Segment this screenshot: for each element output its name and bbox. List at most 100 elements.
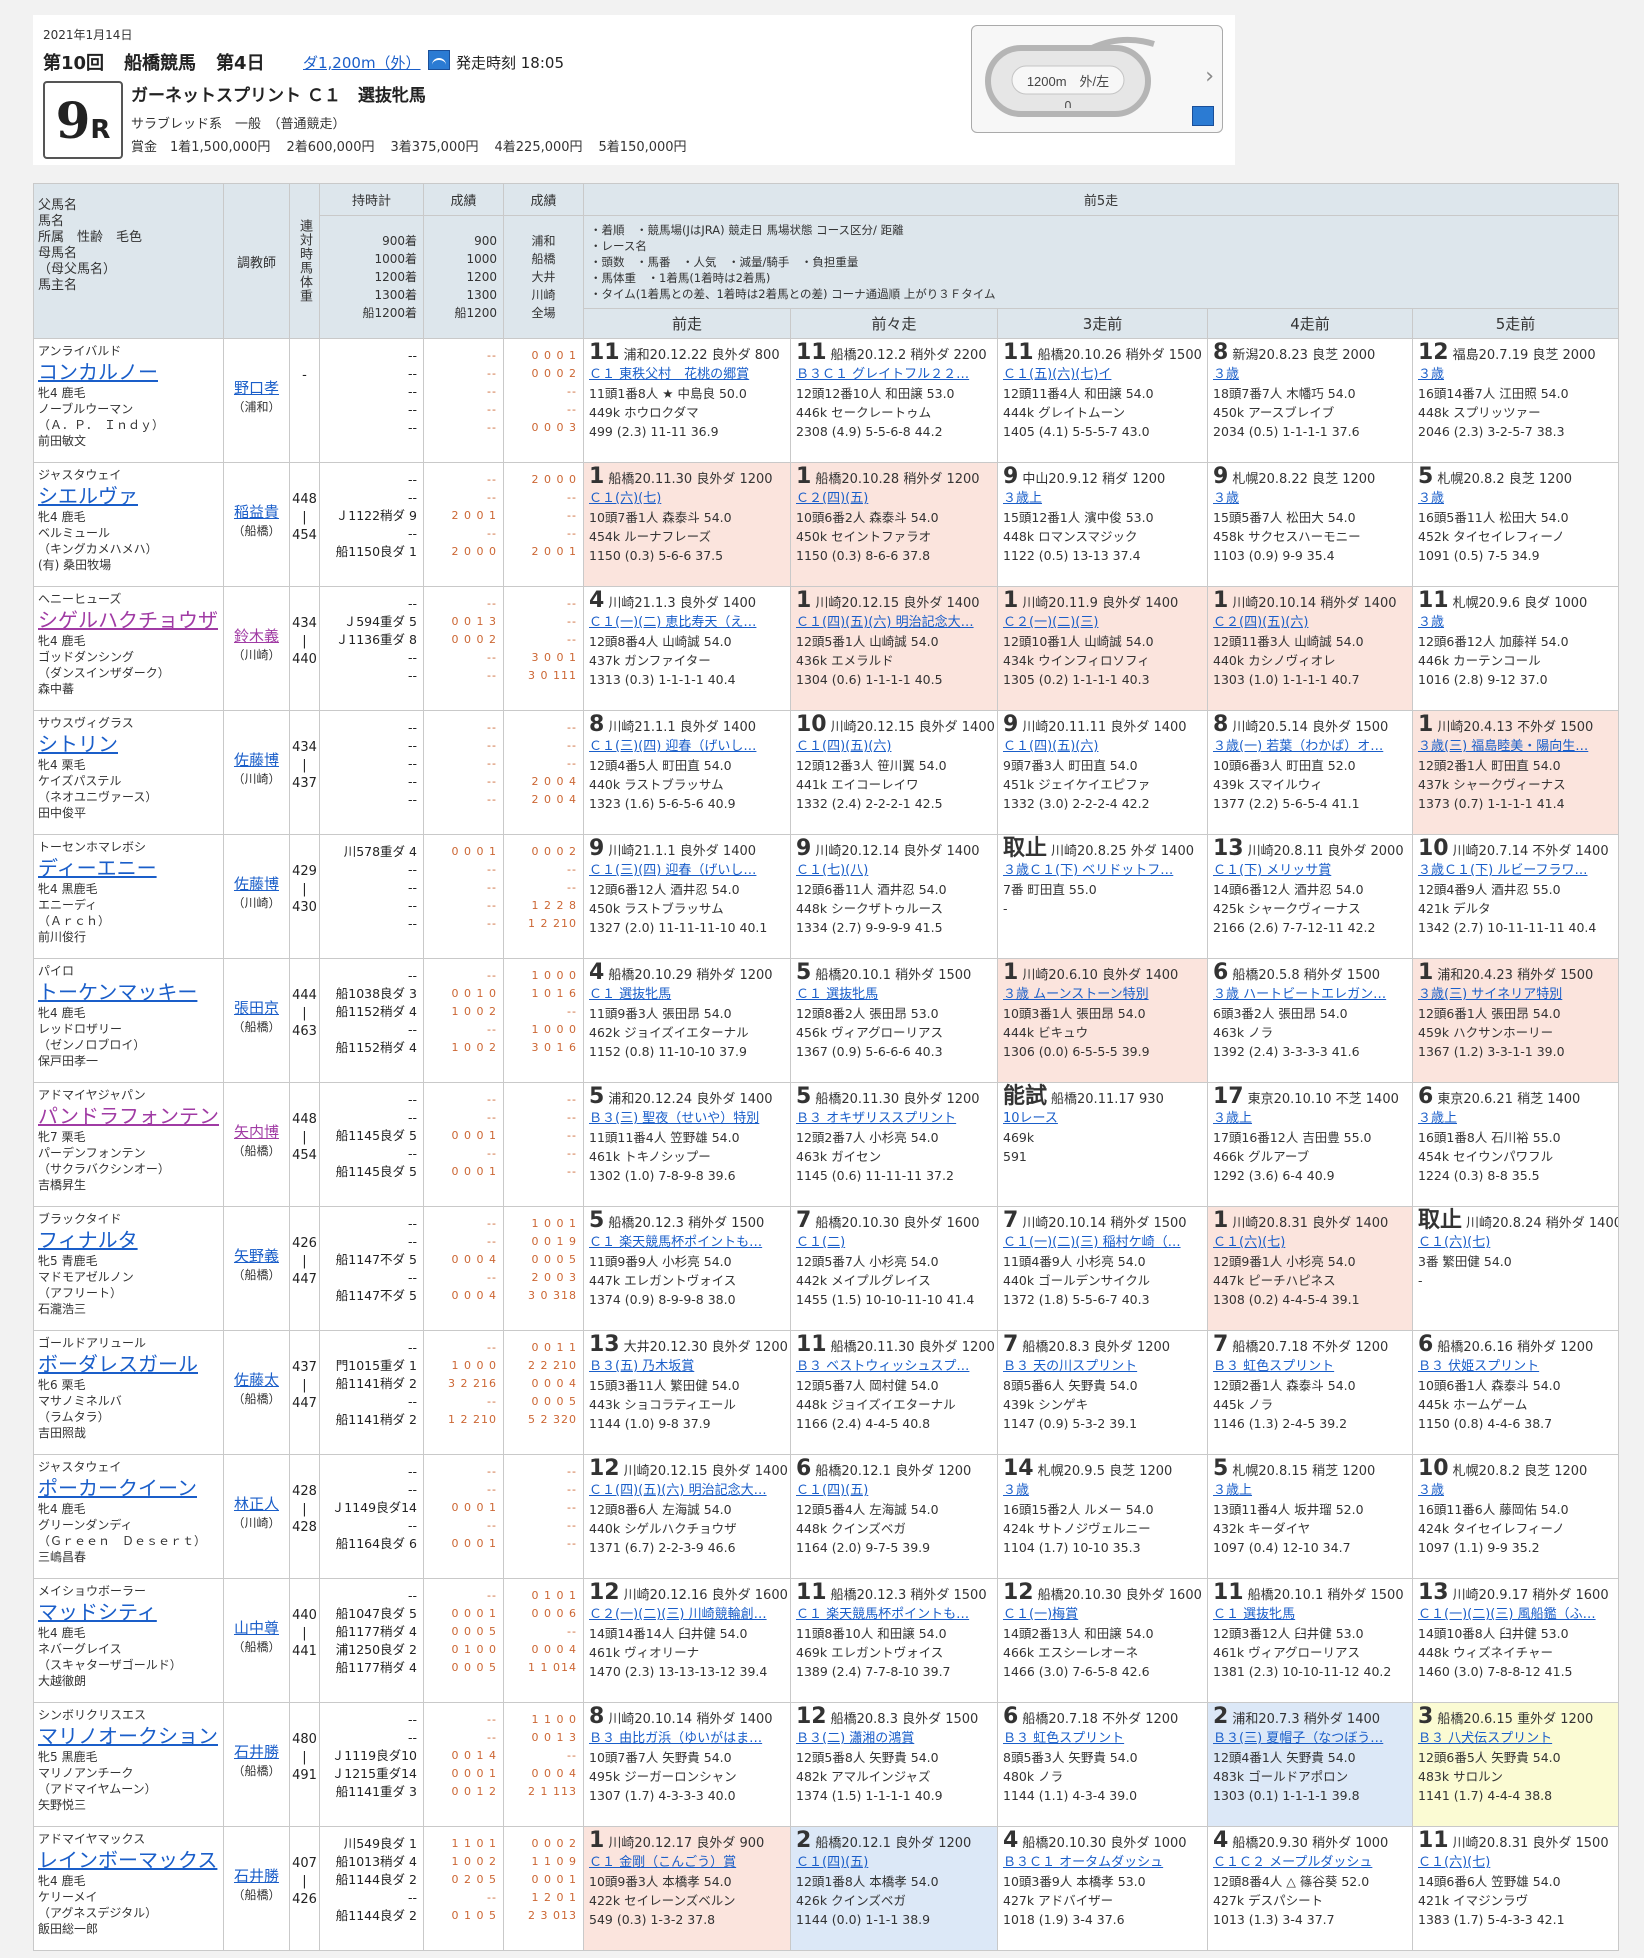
trainer-cell: 山中尊 （船橋） [223,1578,290,1703]
trainer-link[interactable]: 矢内博 [225,1121,289,1142]
past-race-link[interactable]: ３歳 [1003,1481,1202,1500]
trainer-link[interactable]: 石井勝 [225,1865,289,1886]
trainer-link[interactable]: 稲益貴 [225,501,289,522]
trainer-link[interactable]: 張田京 [225,997,289,1018]
horse-name-link[interactable]: パンドラフォンテン [38,1103,219,1129]
past-race-link[interactable]: Ｃ１(四)(五)(六) [796,737,992,756]
past-race-link[interactable]: ３歳上 [1213,1109,1407,1128]
past-race-link[interactable]: ３歳 [1418,489,1613,508]
past-race-link[interactable]: Ｂ３(五) 乃木坂賞 [589,1357,785,1376]
past-race-link[interactable]: Ｃ１(四)(五)(六) [1003,737,1202,756]
past-race-link[interactable]: ３歳(三) サイネリア特別 [1418,985,1613,1004]
trainer-link[interactable]: 野口孝 [225,377,289,398]
past-race-link[interactable]: Ｂ３ ベストウィッシュスプ… [796,1357,992,1376]
past-race-link[interactable]: ３歳 [1418,365,1613,384]
past-race-link[interactable]: ３歳(一) 若葉（わかば）オ… [1213,737,1407,756]
past-race-link[interactable]: ３歳 [1213,489,1407,508]
past-race-link[interactable]: Ｃ１ 選抜牝馬 [796,985,992,1004]
trainer-link[interactable]: 山中尊 [225,1617,289,1638]
past-race-link[interactable]: Ｃ１(四)(五)(六) 明治記念大… [796,613,992,632]
past-race-link[interactable]: 10レース [1003,1109,1202,1128]
horse-name-link[interactable]: ポーカークイーン [38,1475,219,1501]
trainer-link[interactable]: 鈴木義 [225,625,289,646]
damsire-name: （ダンスインザダーク） [38,666,170,680]
past-race-link[interactable]: ３歳 ムーンストーン特別 [1003,985,1202,1004]
horse-name-link[interactable]: ディーエニー [38,855,219,881]
past-race-link[interactable]: Ｃ１(四)(五) [796,1481,992,1500]
past-race-link[interactable]: Ｃ１(六)(七) [1418,1853,1613,1872]
past-race-link[interactable]: Ｃ１ 楽天競馬杯ポイントも… [589,1233,785,1252]
past-race-link[interactable]: Ｃ２(一)(二)(三) 川崎競輪創… [589,1605,785,1624]
past-race-link[interactable]: ３歳 [1418,613,1613,632]
past-race-link[interactable]: ３歳上 [1213,1481,1407,1500]
past-race-link[interactable]: Ｃ１ 選抜牝馬 [589,985,785,1004]
past-race-link[interactable]: Ｂ３ 伏姫スプリント [1418,1357,1613,1376]
trainer-link[interactable]: 佐藤博 [225,873,289,894]
past-race-link[interactable]: Ｂ３ 虹色スプリント [1213,1357,1407,1376]
horse-name-link[interactable]: コンカルノー [38,359,219,385]
past-race-link[interactable]: Ｃ１(六)(七) [1213,1233,1407,1252]
past-race-link[interactable]: ３歳 ハートビートエレガン… [1213,985,1407,1004]
past-race-link[interactable]: Ｃ１Ｃ２ メープルダッシュ [1213,1853,1407,1872]
past-race-link[interactable]: Ｃ１(五)(六)(七)イ [1003,365,1202,384]
past-race-link[interactable]: Ｂ３ オキザリススプリント [796,1109,992,1128]
trainer-link[interactable]: 佐藤博 [225,749,289,770]
course-link[interactable]: ダ1,200m（外） [303,52,421,73]
horse-name-link[interactable]: マリノオークション [38,1723,219,1749]
course-map-button[interactable]: 1200m 外/左 ∩ › [971,25,1223,133]
horse-name-link[interactable]: シゲルハクチョウザ [38,607,219,633]
horse-name-link[interactable]: マッドシティ [38,1599,219,1625]
trainer-link[interactable]: 矢野義 [225,1245,289,1266]
trainer-link[interactable]: 林正人 [225,1493,289,1514]
past-race-link[interactable]: Ｃ１(下) メリッサ賞 [1213,861,1407,880]
past-race-link[interactable]: Ｃ１(二) [796,1233,992,1252]
past-race-link[interactable]: ３歳 [1213,365,1407,384]
horse-name-link[interactable]: トーケンマッキー [38,979,219,1005]
horse-name-link[interactable]: シトリン [38,731,219,757]
past-race-link[interactable]: Ｃ１(四)(五) [796,1853,992,1872]
race-meta: 札幌20.9.6 良ダ 1000 [1452,596,1588,611]
past-race-link[interactable]: ３歳上 [1418,1109,1613,1128]
sire-name: アンライバルド [38,344,122,358]
past-race-link[interactable]: Ｂ３ 天の川スプリント [1003,1357,1202,1376]
past-race-link[interactable]: Ｃ１(四)(五)(六) 明治記念大… [589,1481,785,1500]
past-race-link[interactable]: Ｃ１(一)(二)(三) 風船鑑（ふ… [1418,1605,1613,1624]
sire-name: トーセンホマレボシ [38,840,147,854]
past-race-link[interactable]: Ｂ３ 虹色スプリント [1003,1729,1202,1748]
past-race-link[interactable]: ３歳上 [1003,489,1202,508]
past-race-link[interactable]: Ｂ３ 八犬伝スプリント [1418,1729,1613,1748]
past-race-link[interactable]: ３歳(三) 福島睦美・陽向生… [1418,737,1613,756]
table-row: パイロ トーケンマッキー 牝4 鹿毛 レッドロザリー （ゼンノロブロイ） 保戸田孝一 張田京… [33,958,1620,1083]
past-race-link[interactable]: Ｂ３ 由比ガ浜（ゆいがはま… [589,1729,785,1748]
past-race-link[interactable]: Ｃ１ 楽天競馬杯ポイントも… [796,1605,992,1624]
past-race-cell: 能試 船橋20.11.17 930 10レース 469k 591 [997,1082,1208,1207]
past-race-link[interactable]: Ｃ１(一)(二) 恵比寿天（え… [589,613,785,632]
horse-name-link[interactable]: フィナルタ [38,1227,219,1253]
horse-name-link[interactable]: ボーダレスガール [38,1351,219,1377]
trainer-link[interactable]: 佐藤太 [225,1369,289,1390]
horse-name-link[interactable]: シエルヴァ [38,483,219,509]
past-race-link[interactable]: ３歳 [1418,1481,1613,1500]
past-race-link[interactable]: Ｃ１(六)(七) [589,489,785,508]
past-race-link[interactable]: Ｂ３(三) 聖夜（せいや）特別 [589,1109,785,1128]
horse-name-link[interactable]: レインボーマックス [38,1847,219,1873]
past-race-link[interactable]: Ｃ１(六)(七) [1418,1233,1613,1252]
past-race-link[interactable]: Ｃ１ 選抜牝馬 [1213,1605,1407,1624]
past-race-link[interactable]: Ｃ２(一)(二)(三) [1003,613,1202,632]
past-race-link[interactable]: Ｃ２(四)(五)(六) [1213,613,1407,632]
trainer-link[interactable]: 石井勝 [225,1741,289,1762]
past-race-link[interactable]: Ｃ１ 金剛（こんごう）賞 [589,1853,785,1872]
past-race-link[interactable]: Ｂ３Ｃ１ オータムダッシュ [1003,1853,1202,1872]
past-race-link[interactable]: Ｂ３(二) 瀟湘の鴻賞 [796,1729,992,1748]
past-race-link[interactable]: Ｃ１(三)(四) 迎春（げいし… [589,861,785,880]
past-race-link[interactable]: Ｃ２(四)(五) [796,489,992,508]
past-race-link[interactable]: Ｃ１(一)梅賞 [1003,1605,1202,1624]
past-race-link[interactable]: Ｂ３Ｃ１ グレイトフル２２… [796,365,992,384]
past-race-link[interactable]: Ｂ３(三) 夏帽子（なつぼう… [1213,1729,1407,1748]
past-race-link[interactable]: Ｃ１ 東秩父村 花桃の郷賞 [589,365,785,384]
past-race-link[interactable]: Ｃ１(七)(八) [796,861,992,880]
past-race-link[interactable]: ３歳Ｃ１(下) ベリドットフ… [1003,861,1202,880]
past-race-link[interactable]: Ｃ１(三)(四) 迎春（げいし… [589,737,785,756]
past-race-link[interactable]: ３歳Ｃ１(下) ルビーフラワ… [1418,861,1613,880]
past-race-link[interactable]: Ｃ１(一)(二)(三) 稲村ケ崎（… [1003,1233,1202,1252]
